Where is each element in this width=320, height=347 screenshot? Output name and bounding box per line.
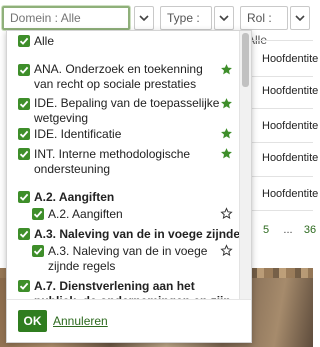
checkbox-a2-item[interactable] — [32, 208, 44, 220]
page-ellipsis: ... — [283, 224, 293, 236]
checkmark-icon — [19, 193, 29, 201]
type-dropdown-toggle[interactable] — [214, 6, 234, 30]
rol-filter-select[interactable]: Rol : Alle — [240, 6, 288, 47]
row-divider — [252, 76, 313, 77]
checkbox-int[interactable] — [18, 148, 30, 160]
dropdown-footer: OK Annuleren — [7, 299, 251, 342]
checkbox-ide-bepaling[interactable] — [18, 98, 30, 110]
row-divider — [252, 176, 313, 177]
checkmark-icon — [33, 247, 43, 255]
chevron-down-icon — [139, 15, 149, 21]
domain-dropdown-panel: Alle ANA. Onderzoek en toekenning van re… — [6, 30, 252, 343]
table-cell[interactable]: Hoofdentite — [262, 188, 318, 200]
table-cell[interactable]: Hoofdentite — [262, 85, 318, 97]
option-label[interactable]: IDE. Bepaling van de toepasselijke wetge… — [34, 96, 224, 126]
option-label[interactable]: ANA. Onderzoek en toekenning van recht o… — [34, 62, 224, 92]
star-filled-icon[interactable] — [220, 147, 233, 160]
checkmark-icon — [19, 66, 29, 74]
checkmark-icon — [19, 130, 29, 138]
page-link[interactable]: 36 — [300, 221, 320, 239]
checkbox-a3-group[interactable] — [18, 228, 30, 240]
option-label[interactable]: Alle — [34, 34, 54, 49]
option-label[interactable]: A.2. Aangiften — [48, 207, 123, 222]
checkbox-a3-item[interactable] — [32, 245, 44, 257]
row-divider — [252, 40, 313, 41]
checkbox-ana[interactable] — [18, 64, 30, 76]
table-cell[interactable]: Hoofdentite — [262, 53, 318, 65]
table-cell[interactable]: Hoofdentite — [262, 120, 318, 132]
page-link[interactable]: 5 — [258, 221, 274, 239]
checkbox-a7-group[interactable] — [18, 280, 30, 292]
checkmark-icon — [19, 150, 29, 158]
checkbox-alle[interactable] — [18, 35, 30, 47]
option-label[interactable]: IDE. Identificatie — [34, 127, 121, 142]
option-label[interactable]: INT. Interne methodologische ondersteuni… — [34, 147, 214, 177]
checkmark-icon — [19, 100, 29, 108]
domain-dropdown-toggle[interactable] — [134, 6, 154, 30]
checkmark-icon — [19, 230, 29, 238]
checkmark-icon — [33, 210, 43, 218]
chevron-down-icon — [295, 15, 305, 21]
domain-filter-input[interactable] — [2, 6, 130, 30]
cancel-link[interactable]: Annuleren — [53, 314, 108, 328]
pagination: 5 ... 36 — [252, 221, 316, 239]
star-filled-icon[interactable] — [220, 97, 233, 110]
star-filled-icon[interactable] — [220, 63, 233, 76]
checkmark-icon — [19, 282, 29, 290]
star-outline-icon[interactable] — [220, 207, 233, 220]
row-divider — [252, 142, 313, 143]
scrollbar-thumb[interactable] — [242, 33, 249, 87]
domain-options-list[interactable]: Alle ANA. Onderzoek en toekenning van re… — [7, 31, 239, 299]
dropdown-scrollbar[interactable] — [239, 31, 251, 299]
table-cell[interactable]: Hoofdentite — [262, 152, 318, 164]
star-filled-icon[interactable] — [220, 127, 233, 140]
checkmark-icon — [19, 37, 29, 45]
row-divider — [252, 108, 313, 109]
checkbox-ide-identificatie[interactable] — [18, 128, 30, 140]
group-label[interactable]: A.3. Naleving van de in voege zijnde reg… — [34, 227, 239, 242]
group-label[interactable]: A.7. Dienstverlening aan het publiek, de… — [34, 279, 234, 299]
group-label[interactable]: A.2. Aangiften — [34, 190, 114, 205]
star-outline-icon[interactable] — [220, 244, 233, 257]
ok-button[interactable]: OK — [18, 310, 47, 332]
row-divider — [252, 210, 313, 211]
checkbox-a2-group[interactable] — [18, 191, 30, 203]
chevron-down-icon — [219, 15, 229, 21]
type-filter-select[interactable]: Type : Alle — [160, 6, 212, 47]
option-label[interactable]: A.3. Naleving van de in voege zijnde reg… — [48, 244, 218, 274]
rol-dropdown-toggle[interactable] — [290, 6, 310, 30]
